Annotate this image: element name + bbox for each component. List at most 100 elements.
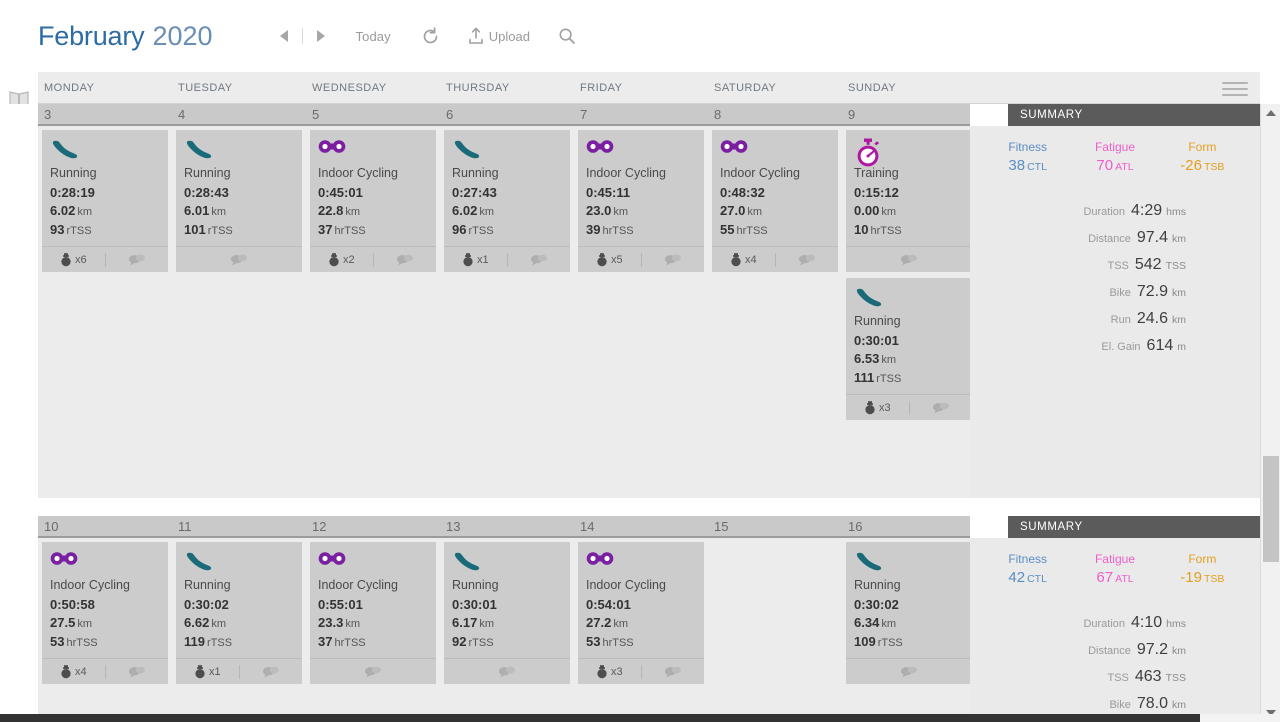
activity-duration: 0:28:19: [50, 185, 95, 200]
date-cell[interactable]: 9: [842, 104, 976, 124]
date-cell[interactable]: 10: [38, 516, 172, 536]
day-column[interactable]: [708, 538, 842, 718]
strength-indicator[interactable]: x5: [578, 252, 641, 267]
date-cell[interactable]: 8: [708, 104, 842, 124]
strength-indicator[interactable]: x1: [176, 664, 239, 679]
comment-button[interactable]: [508, 253, 571, 266]
activity-card[interactable]: Running 0:30:01 6.53 km 111 rTSS x3: [846, 278, 972, 420]
summary-total-value: 463: [1134, 668, 1162, 685]
activity-tss: 96: [452, 222, 467, 237]
strength-indicator[interactable]: x1: [444, 252, 507, 267]
scrollbar-thumb[interactable]: [1263, 456, 1279, 562]
comment-button[interactable]: [240, 665, 303, 678]
day-column[interactable]: Running 0:30:02 6.62 km 119 rTSS x1: [172, 538, 306, 718]
comment-button[interactable]: [642, 665, 705, 678]
activity-card[interactable]: Indoor Cycling 0:45:01 22.8 km 37 hrTSS x2: [310, 130, 436, 272]
activity-card[interactable]: Running 0:30:01 6.17 km 92 rTSS: [444, 542, 570, 684]
activity-card[interactable]: Indoor Cycling 0:45:11 23.0 km 39 hrTSS x5: [578, 130, 704, 272]
day-column[interactable]: Indoor Cycling 0:54:01 27.2 km 53 hrTSS x3: [574, 538, 708, 718]
strength-indicator[interactable]: x3: [846, 400, 909, 415]
day-column[interactable]: Indoor Cycling 0:55:01 23.3 km 37 hrTSS: [306, 538, 440, 718]
day-column[interactable]: Indoor Cycling 0:45:11 23.0 km 39 hrTSS x5: [574, 126, 708, 498]
dow-saturday: SATURDAY: [714, 81, 777, 94]
scroll-up-button[interactable]: [1261, 104, 1280, 122]
comment-button[interactable]: [374, 253, 437, 266]
refresh-button[interactable]: [421, 26, 440, 46]
day-column[interactable]: Indoor Cycling 0:48:32 27.0 km 55 hrTSS x4: [708, 126, 842, 498]
kettlebell-icon: [463, 253, 473, 267]
date-cell[interactable]: 6: [440, 104, 574, 124]
comment-button[interactable]: [310, 665, 436, 678]
date-cell[interactable]: 14: [574, 516, 708, 536]
day-column[interactable]: Running 0:27:43 6.02 km 96 rTSS x1: [440, 126, 574, 498]
activity-card[interactable]: Running 0:30:02 6.34 km 109 rTSS: [846, 542, 972, 684]
day-column[interactable]: Indoor Cycling 0:45:01 22.8 km 37 hrTSS x2: [306, 126, 440, 498]
date-cell[interactable]: 16: [842, 516, 976, 536]
day-column[interactable]: Running 0:30:01 6.17 km 92 rTSS: [440, 538, 574, 718]
menu-button[interactable]: [1222, 82, 1248, 100]
date-cell[interactable]: 11: [172, 516, 306, 536]
activity-card-footer: [176, 246, 302, 272]
strength-indicator[interactable]: x4: [42, 664, 105, 679]
search-button[interactable]: [558, 27, 576, 45]
activity-tss-unit: rTSS: [468, 637, 494, 649]
activity-card[interactable]: Running 0:28:19 6.02 km 93 rTSS x6: [42, 130, 168, 272]
day-column[interactable]: Indoor Cycling 0:50:58 27.5 km 53 hrTSS x4: [38, 538, 172, 718]
comment-button[interactable]: [176, 253, 302, 266]
activity-card[interactable]: Indoor Cycling 0:55:01 23.3 km 37 hrTSS: [310, 542, 436, 684]
summary-metrics-row: Fitness 42 CTL Fatigue 67 ATL Form -19 TSB: [984, 550, 1246, 588]
date-cell[interactable]: 3: [38, 104, 172, 124]
date-cell[interactable]: 7: [574, 104, 708, 124]
summary-total-label: Distance: [1088, 233, 1131, 245]
today-button[interactable]: Today: [356, 29, 391, 44]
calendar-body: 3 4 5 6 7 8 9 SUMMARY Running 0:28:19 6.02 km 93 rTSS…: [0, 104, 1260, 722]
day-column[interactable]: Running 0:28:43 6.01 km 101 rTSS: [172, 126, 306, 498]
comment-button[interactable]: [910, 401, 973, 414]
activity-card[interactable]: Indoor Cycling 0:48:32 27.0 km 55 hrTSS x4: [712, 130, 838, 272]
date-cell[interactable]: 12: [306, 516, 440, 536]
comment-icon: [664, 666, 681, 678]
comment-button[interactable]: [106, 253, 169, 266]
day-column[interactable]: Running 0:30:02 6.34 km 109 rTSS: [842, 538, 976, 718]
comment-icon: [499, 666, 515, 678]
summary-tab: SUMMARY: [1008, 516, 1260, 538]
day-column[interactable]: Training 0:15:12 0.00 km 10 hrTSS Running 0:30:…: [842, 126, 976, 498]
strength-indicator[interactable]: x4: [712, 252, 775, 267]
comment-button[interactable]: [106, 665, 169, 678]
day-column[interactable]: Running 0:28:19 6.02 km 93 rTSS x6: [38, 126, 172, 498]
activity-distance-unit: km: [479, 206, 494, 218]
date-cell[interactable]: 15: [708, 516, 842, 536]
kettlebell-icon: [329, 253, 339, 267]
vertical-scrollbar[interactable]: [1260, 104, 1280, 722]
hscrollbar-thumb[interactable]: [0, 714, 1200, 722]
activity-card[interactable]: Training 0:15:12 0.00 km 10 hrTSS: [846, 130, 972, 272]
activity-card[interactable]: Running 0:27:43 6.02 km 96 rTSS x1: [444, 130, 570, 272]
activity-distance-unit: km: [613, 618, 628, 630]
activity-card[interactable]: Indoor Cycling 0:54:01 27.2 km 53 hrTSS x3: [578, 542, 704, 684]
strength-indicator[interactable]: x2: [310, 252, 373, 267]
date-cell[interactable]: 5: [306, 104, 440, 124]
activity-card[interactable]: Running 0:28:43 6.01 km 101 rTSS: [176, 130, 302, 272]
date-cell[interactable]: 4: [172, 104, 306, 124]
activity-card[interactable]: Indoor Cycling 0:50:58 27.5 km 53 hrTSS x4: [42, 542, 168, 684]
comment-button[interactable]: [846, 665, 972, 678]
summary-total-unit: km: [1172, 287, 1186, 299]
comment-button[interactable]: [776, 253, 839, 266]
activity-icon-wrap: [176, 130, 302, 164]
comment-button[interactable]: [642, 253, 705, 266]
strength-indicator[interactable]: x6: [42, 252, 105, 267]
activity-card-footer: x6: [42, 246, 168, 272]
prev-period-button[interactable]: [271, 23, 297, 49]
activity-tss-unit: rTSS: [207, 225, 233, 237]
horizontal-scrollbar[interactable]: [0, 714, 1280, 722]
summary-total-value: 97.4: [1136, 229, 1168, 246]
upload-button[interactable]: Upload: [468, 27, 530, 45]
activity-tss: 53: [586, 634, 601, 649]
date-cell[interactable]: 13: [440, 516, 574, 536]
next-period-button[interactable]: [308, 23, 334, 49]
activity-stats: 0:54:01 27.2 km 53 hrTSS: [578, 596, 704, 658]
comment-button[interactable]: [444, 665, 570, 678]
strength-indicator[interactable]: x3: [578, 664, 641, 679]
activity-card[interactable]: Running 0:30:02 6.62 km 119 rTSS x1: [176, 542, 302, 684]
comment-button[interactable]: [846, 253, 972, 266]
